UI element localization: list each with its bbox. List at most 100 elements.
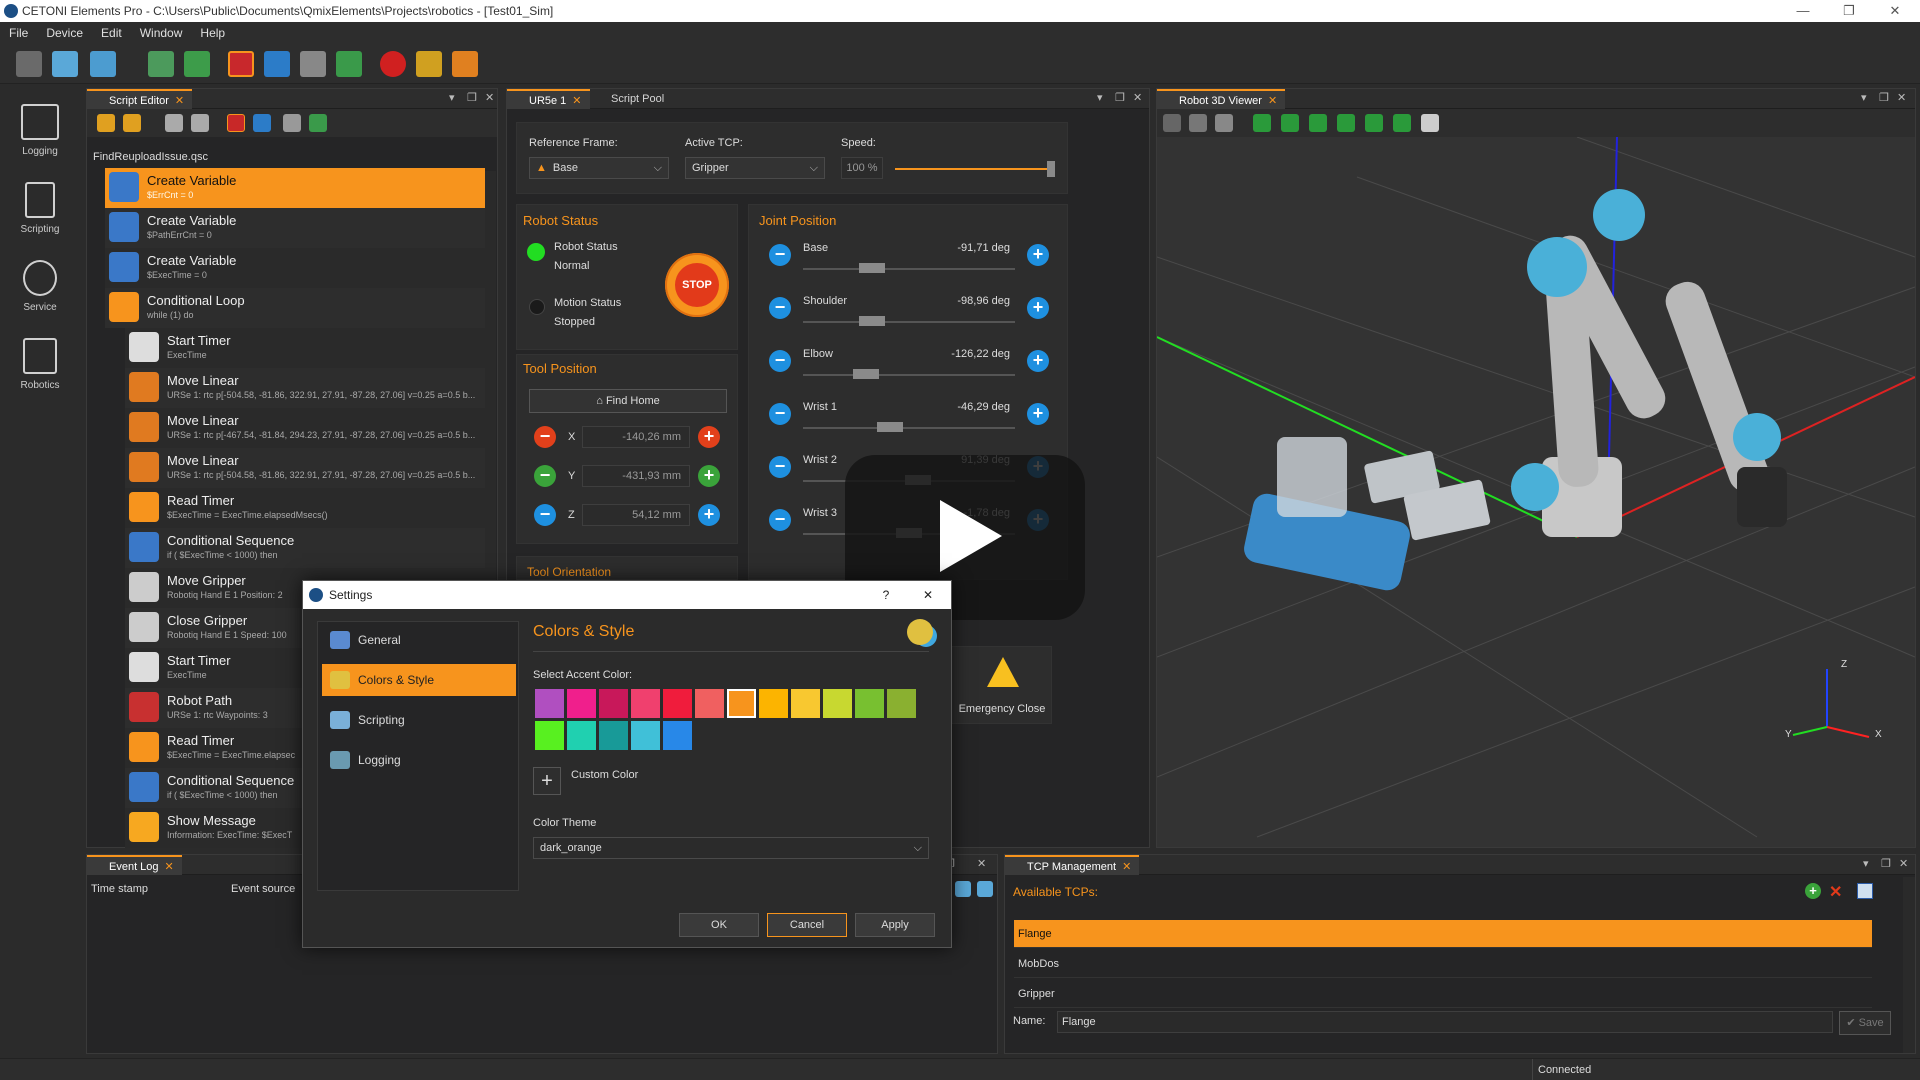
add-custom-color-button[interactable]: + [533,767,561,795]
joint-slider-thumb[interactable] [859,316,885,326]
decrease-joint-button[interactable]: − [769,403,791,425]
menu-help[interactable]: Help [191,26,234,40]
stop-button[interactable]: STOP [665,253,729,317]
connect-icon[interactable] [228,51,254,77]
view-front-icon[interactable] [1253,114,1271,132]
accent-color-swatch[interactable] [567,721,596,750]
panel-float-icon[interactable]: ❐ [1879,91,1889,104]
increase-x-button[interactable]: + [698,426,720,448]
emergency-close-button[interactable]: Emergency Close [950,646,1052,724]
accent-color-swatch[interactable] [663,689,692,718]
menu-file[interactable]: File [0,26,37,40]
increase-joint-button[interactable]: + [1027,350,1049,372]
reset-tcp-icon[interactable] [1857,883,1873,899]
color-theme-select[interactable]: dark_orange ⌵ [533,837,929,859]
accent-color-swatch[interactable] [759,689,788,718]
decrease-y-button[interactable]: − [534,465,556,487]
accent-color-swatch[interactable] [631,721,660,750]
cancel-button[interactable]: Cancel [767,913,847,937]
find-home-button[interactable]: ⌂ Find Home [529,389,727,413]
accent-color-swatch[interactable] [599,721,628,750]
decrease-joint-button[interactable]: − [769,350,791,372]
panel-close-icon[interactable]: ✕ [1899,857,1908,870]
tab-ur5e-1[interactable]: UR5e 1 ✕ [507,89,590,109]
device-config-icon[interactable] [148,51,174,77]
increase-z-button[interactable]: + [698,504,720,526]
start-script-icon[interactable] [336,51,362,77]
tab-tcp-management[interactable]: TCP Management ✕ [1005,855,1140,875]
view-iso-icon[interactable] [1421,114,1439,132]
accent-color-swatch[interactable] [791,689,820,718]
active-tcp-select[interactable]: Gripper ⌵ [685,157,825,179]
device-stop-icon[interactable] [264,51,290,77]
accent-color-swatch[interactable] [663,721,692,750]
joint-slider-thumb[interactable] [877,422,903,432]
panel-close-icon[interactable]: ✕ [977,857,986,870]
speed-slider-track[interactable] [895,168,1055,170]
accent-color-swatch[interactable] [535,721,564,750]
close-dialog-button[interactable]: ✕ [913,581,943,609]
speed-slider-thumb[interactable] [1047,161,1055,177]
tab-script-pool[interactable]: Script Pool [589,89,672,109]
panel-float-icon[interactable]: ❐ [1881,857,1891,870]
save-tcp-button[interactable]: ✔ Save [1839,1011,1891,1035]
accent-color-swatch[interactable] [631,689,660,718]
axis-value-x[interactable]: -140,26 mm [582,426,690,448]
panel-menu-icon[interactable]: ▾ [1097,91,1103,104]
menu-device[interactable]: Device [37,26,92,40]
decrease-z-button[interactable]: − [534,504,556,526]
validate-icon[interactable] [309,114,327,132]
script-item[interactable]: Start Timer ExecTime [125,328,485,368]
close-window-button[interactable]: ✕ [1872,0,1918,22]
tcp-list-item[interactable]: Flange [1014,920,1872,948]
fit-view-icon[interactable] [1163,114,1181,132]
tcp-panel-scrollbar[interactable] [1903,877,1915,1053]
close-tab-icon[interactable]: ✕ [165,861,174,873]
joint-slider-track[interactable] [803,268,1015,270]
tcp-list-item[interactable]: Gripper [1014,980,1872,1008]
sidebar-item-scripting[interactable]: Scripting [8,182,72,235]
run-script-icon[interactable] [227,114,245,132]
script-item[interactable]: Move Linear URSe 1: rtc p[-467.54, -81.84… [125,408,485,448]
nav-logging[interactable]: Logging [322,744,516,776]
increase-joint-button[interactable]: + [1027,244,1049,266]
script-item[interactable]: Move Linear URSe 1: rtc p[-504.58, -81.86… [125,368,485,408]
script-item[interactable]: Read Timer $ExecTime = ExecTime.elapsedMs… [125,488,485,528]
grid-icon[interactable] [1215,114,1233,132]
script-item[interactable]: Conditional Sequence if ( $ExecTime < 100… [125,528,485,568]
script-item[interactable]: Conditional Loop while (1) do [105,288,485,328]
accent-color-swatch[interactable] [727,689,756,718]
decrease-x-button[interactable]: − [534,426,556,448]
tcp-name-input[interactable]: Flange [1057,1011,1833,1033]
close-tab-icon[interactable]: ✕ [1268,95,1277,107]
accent-color-swatch[interactable] [535,689,564,718]
sidebar-item-logging[interactable]: Logging [8,104,72,157]
decrease-joint-button[interactable]: − [769,297,791,319]
nav-scripting[interactable]: Scripting [322,704,516,736]
column-event-source[interactable]: Event source [231,883,295,895]
tab-script-editor[interactable]: Script Editor ✕ [87,89,193,109]
robot-3d-scene[interactable]: Z Y X [1157,137,1915,847]
add-tcp-icon[interactable]: + [1805,883,1821,899]
sidebar-item-service[interactable]: Service [8,260,72,313]
panel-close-icon[interactable]: ✕ [1133,91,1142,104]
joint-slider-thumb[interactable] [859,263,885,273]
script-item[interactable]: Move Linear URSe 1: rtc p[-504.58, -81.86… [125,448,485,488]
panel-menu-icon[interactable]: ▾ [449,91,455,104]
view-left-icon[interactable] [1309,114,1327,132]
accent-color-swatch[interactable] [567,689,596,718]
open-folder-icon[interactable] [97,114,115,132]
column-time-stamp[interactable]: Time stamp [91,883,148,895]
save-script-icon[interactable] [123,114,141,132]
joint-slider-track[interactable] [803,321,1015,323]
script-item[interactable]: Create Variable $PathErrCnt = 0 [105,208,485,248]
accent-color-swatch[interactable] [599,689,628,718]
menu-edit[interactable]: Edit [92,26,131,40]
panel-float-icon[interactable]: ❐ [1115,91,1125,104]
wireframe-icon[interactable] [1189,114,1207,132]
decrease-joint-button[interactable]: − [769,244,791,266]
decrease-joint-button[interactable]: − [769,509,791,531]
accent-color-swatch[interactable] [855,689,884,718]
decrease-joint-button[interactable]: − [769,456,791,478]
apply-button[interactable]: Apply [855,913,935,937]
